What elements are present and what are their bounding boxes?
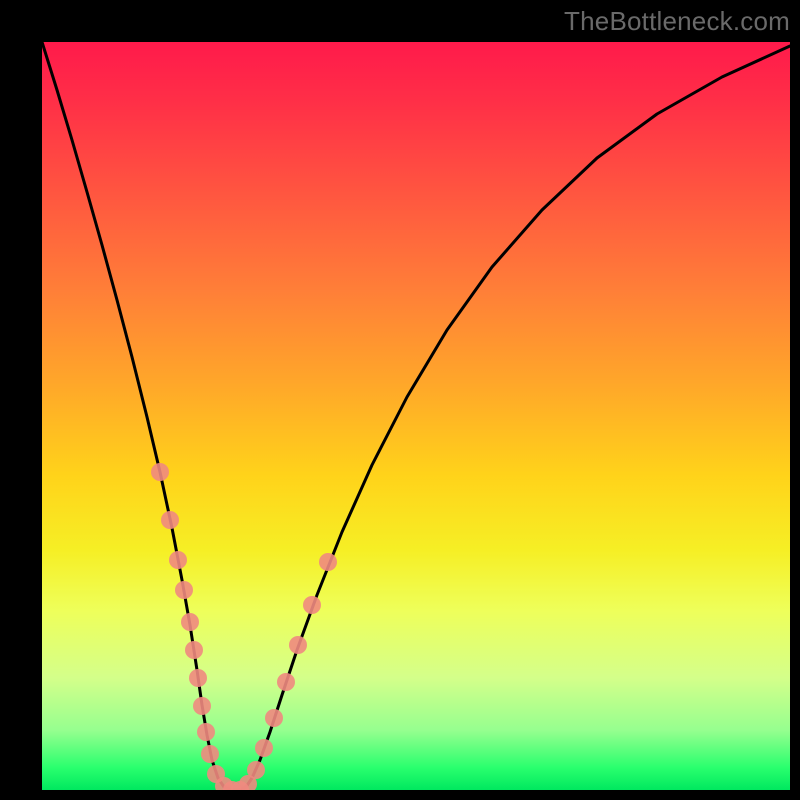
plot-area [42, 42, 790, 790]
curve-marker [247, 761, 265, 779]
curve-marker [161, 511, 179, 529]
curve-marker [169, 551, 187, 569]
curve-marker [255, 739, 273, 757]
curve-marker [303, 596, 321, 614]
curve-svg [42, 42, 790, 790]
curve-marker [181, 613, 199, 631]
curve-marker [265, 709, 283, 727]
curve-line [42, 42, 790, 790]
curve-marker [175, 581, 193, 599]
chart-stage: TheBottleneck.com [0, 0, 800, 800]
curve-marker [197, 723, 215, 741]
curve-markers [151, 463, 337, 790]
curve-marker [319, 553, 337, 571]
curve-marker [151, 463, 169, 481]
bottleneck-curve [42, 42, 790, 790]
curve-marker [289, 636, 307, 654]
curve-marker [193, 697, 211, 715]
curve-marker [277, 673, 295, 691]
curve-marker [185, 641, 203, 659]
curve-marker [189, 669, 207, 687]
curve-marker [201, 745, 219, 763]
watermark-label: TheBottleneck.com [564, 6, 790, 37]
